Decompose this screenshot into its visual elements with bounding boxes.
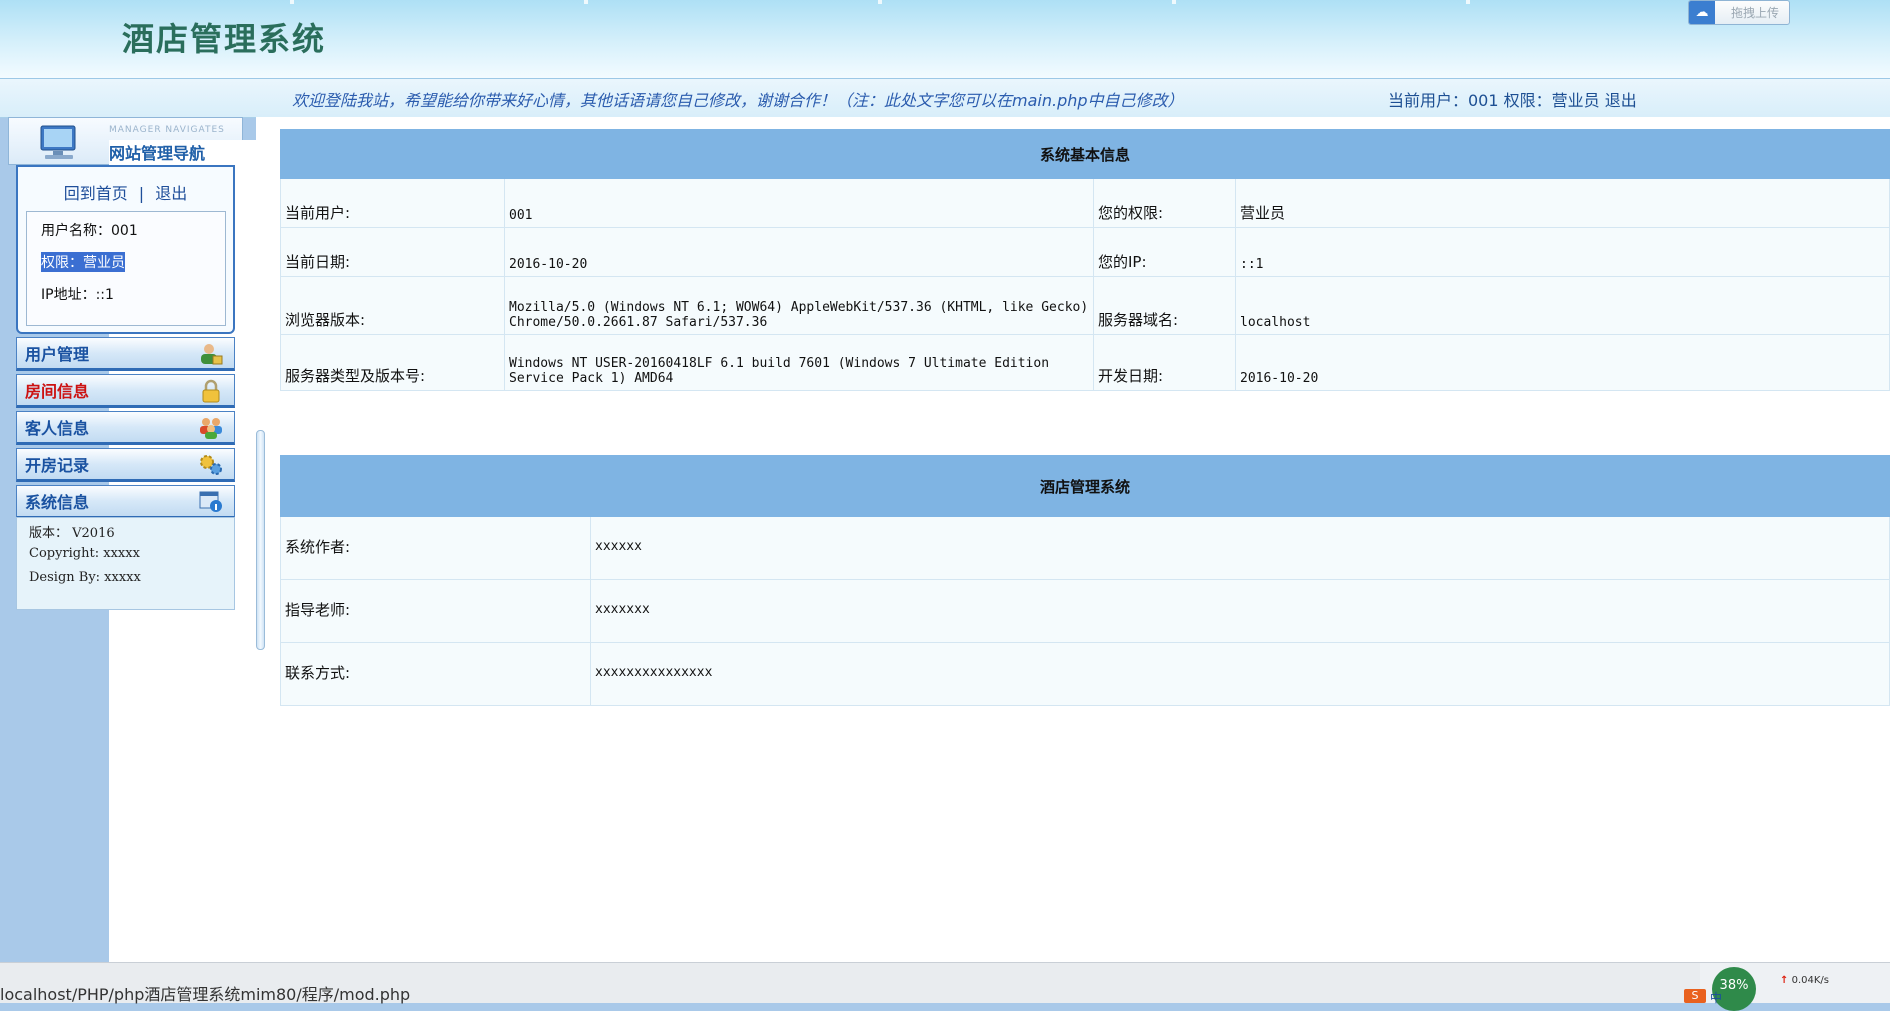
cell-label: 您的权限: xyxy=(1093,178,1236,228)
main-content: 系统基本信息 当前用户: 001 您的权限: 营业员 当前日期: 2016-10… xyxy=(256,117,1890,962)
frame-splitter-handle[interactable] xyxy=(256,430,265,650)
cell-label: 浏览器版本: xyxy=(280,276,505,335)
table-row: 指导老师: xxxxxxx xyxy=(280,579,1890,643)
info-bar: 欢迎登陆我站，希望能给你带来好心情，其他话语请您自己修改，谢谢合作！（注：此处文… xyxy=(0,79,1890,118)
menu-label: 系统信息 xyxy=(25,493,90,512)
status-url: localhost/PHP/php酒店管理系统mim80/程序/mod.php xyxy=(0,985,411,1004)
sidebar: MANAGER NAVIGATES 网站管理导航 回到首页 | 退出 用户名称：… xyxy=(8,117,1743,985)
people-icon xyxy=(200,418,222,439)
menu-item-checkin-records[interactable]: 开房记录 xyxy=(16,448,235,482)
padlock-icon xyxy=(202,379,220,403)
drag-upload-button[interactable]: ☁ 拖拽上传 xyxy=(1688,0,1790,25)
version-text: 版本： V2016 xyxy=(29,526,115,541)
cell-value: 2016-10-20 xyxy=(504,227,1094,277)
cell-value: localhost xyxy=(1235,276,1890,335)
sidebar-logout-link[interactable]: 退出 xyxy=(155,184,187,203)
network-speed: ↑ 0.04K/s xyxy=(1780,975,1829,986)
cell-value: ::1 xyxy=(1235,227,1890,277)
upload-label: 拖拽上传 xyxy=(1731,6,1780,20)
cell-value: 2016-10-20 xyxy=(1235,334,1890,391)
header-logout-link[interactable]: 退出 xyxy=(1605,91,1637,110)
current-user-text: 当前用户：001 权限：营业员 xyxy=(1388,91,1600,110)
table-caption-row: 系统基本信息 xyxy=(280,129,1890,179)
cell-value: 001 xyxy=(504,178,1094,228)
cloud-icon: ☁ xyxy=(1689,1,1715,24)
nav-subtitle: MANAGER NAVIGATES xyxy=(109,125,225,135)
site-title: 酒店管理系统 xyxy=(122,20,327,58)
table-caption-row: 酒店管理系统 xyxy=(280,455,1890,517)
info-window-icon xyxy=(199,491,222,512)
cell-value: xxxxxxxxxxxxxxx xyxy=(590,642,1890,706)
menu-label: 房间信息 xyxy=(25,382,90,401)
role-text: 权限：营业员 xyxy=(41,252,125,272)
cell-label: 系统作者: xyxy=(280,516,591,580)
copyright-text: Copyright: xxxxx xyxy=(29,546,140,561)
browser-status-bar: localhost/PHP/php酒店管理系统mim80/程序/mod.php … xyxy=(0,962,1890,1011)
menu-label: 客人信息 xyxy=(25,419,90,438)
table-row: 浏览器版本: Mozilla/5.0 (Windows NT 6.1; WOW6… xyxy=(280,276,1890,335)
user-links: 回到首页 | 退出 xyxy=(18,180,233,204)
user-lock-icon xyxy=(201,344,223,365)
ime-logo-icon[interactable]: S xyxy=(1684,989,1706,1003)
cell-label: 您的IP: xyxy=(1093,227,1236,277)
menu-item-guest-info[interactable]: 客人信息 xyxy=(16,411,235,445)
hotel-info-caption: 酒店管理系统 xyxy=(280,455,1890,517)
nav-header: MANAGER NAVIGATES 网站管理导航 xyxy=(8,117,1743,985)
table-row: 当前日期: 2016-10-20 您的IP: ::1 xyxy=(280,227,1890,277)
menu-item-user-management[interactable]: 用户管理 xyxy=(16,337,235,371)
cell-value: Windows NT USER-20160418LF 6.1 build 760… xyxy=(504,334,1094,391)
cell-value: Mozilla/5.0 (Windows NT 6.1; WOW64) Appl… xyxy=(504,276,1094,335)
home-link[interactable]: 回到首页 xyxy=(64,184,128,203)
menu-item-system-info[interactable]: 系统信息 xyxy=(16,485,235,519)
design-by-text: Design By: xxxxx xyxy=(29,570,141,585)
cell-label: 开发日期: xyxy=(1093,334,1236,391)
hotel-info-table: 酒店管理系统 系统作者: xxxxxx 指导老师: xxxxxxx 联系方式: … xyxy=(280,455,1890,706)
username-text: 用户名称：001 xyxy=(41,223,138,239)
cell-value: xxxxxx xyxy=(590,516,1890,580)
cell-label: 当前日期: xyxy=(280,227,505,277)
system-info-caption: 系统基本信息 xyxy=(280,129,1890,179)
cell-label: 当前用户: xyxy=(280,178,505,228)
table-row: 当前用户: 001 您的权限: 营业员 xyxy=(280,178,1890,228)
gears-icon xyxy=(200,455,222,475)
network-speed-value: 0.04K/s xyxy=(1791,975,1829,986)
table-row: 系统作者: xxxxxx xyxy=(280,516,1890,580)
user-details: 用户名称：001 权限：营业员 IP地址：::1 xyxy=(26,211,226,326)
welcome-text: 欢迎登陆我站，希望能给你带来好心情，其他话语请您自己修改，谢谢合作！（注：此处文… xyxy=(292,91,1184,110)
table-row: 联系方式: xxxxxxxxxxxxxxx xyxy=(280,642,1890,706)
menu-label: 开房记录 xyxy=(25,456,90,475)
cell-value: xxxxxxx xyxy=(590,579,1890,643)
page-header: 酒店管理系统 ☁ 拖拽上传 xyxy=(0,0,1890,79)
link-separator: | xyxy=(138,184,145,203)
ip-text: IP地址：::1 xyxy=(41,287,114,303)
header-decoration xyxy=(0,0,1890,4)
ime-mode[interactable]: 中 xyxy=(1710,989,1722,1006)
cell-label: 服务器类型及版本号: xyxy=(280,334,505,391)
cell-label: 指导老师: xyxy=(280,579,591,643)
computer-icon xyxy=(40,125,76,159)
system-tray: S 38% ↑ 0.04K/s 中 xyxy=(1684,963,1890,1011)
upload-arrow-icon: ↑ xyxy=(1780,975,1789,986)
menu-item-room-info[interactable]: 房间信息 xyxy=(16,374,235,408)
user-panel: 回到首页 | 退出 用户名称：001 权限：营业员 IP地址：::1 xyxy=(16,165,235,334)
version-panel: 版本： V2016 Copyright: xxxxx Design By: xx… xyxy=(16,517,235,610)
menu-label: 用户管理 xyxy=(25,345,90,364)
current-user-info: 当前用户：001 权限：营业员 退出 xyxy=(1388,87,1637,111)
system-info-table: 系统基本信息 当前用户: 001 您的权限: 营业员 当前日期: 2016-10… xyxy=(280,129,1890,391)
table-row: 服务器类型及版本号: Windows NT USER-20160418LF 6.… xyxy=(280,334,1890,391)
cell-label: 联系方式: xyxy=(280,642,591,706)
cell-value: 营业员 xyxy=(1235,178,1890,228)
cell-label: 服务器域名: xyxy=(1093,276,1236,335)
